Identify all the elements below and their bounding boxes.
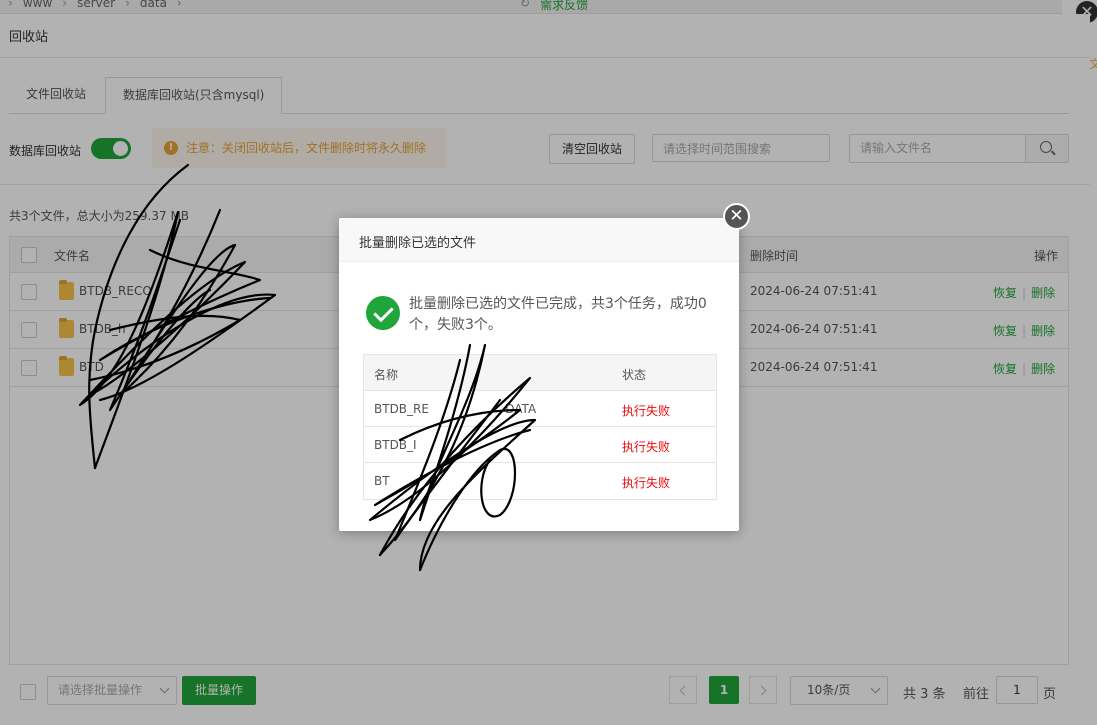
redaction-scribble [78, 163, 537, 572]
